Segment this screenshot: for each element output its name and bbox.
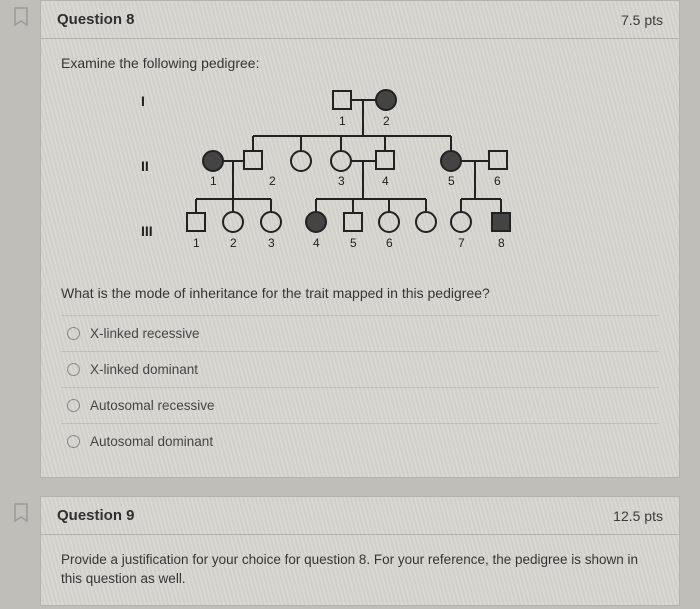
question-card-8: Question 8 7.5 pts Examine the following… <box>40 0 680 478</box>
svg-text:2: 2 <box>383 114 390 128</box>
svg-text:3: 3 <box>268 236 275 250</box>
question-header: Question 9 12.5 pts <box>41 497 679 535</box>
option-label: Autosomal dominant <box>90 434 213 449</box>
question-text: What is the mode of inheritance for the … <box>61 285 659 301</box>
svg-text:II: II <box>141 158 149 174</box>
question-points: 12.5 pts <box>613 508 663 524</box>
svg-text:8: 8 <box>498 236 505 250</box>
answer-options: X-linked recessive X-linked dominant Aut… <box>61 315 659 459</box>
question-header: Question 8 7.5 pts <box>41 1 679 39</box>
question-points: 7.5 pts <box>621 12 663 28</box>
svg-text:1: 1 <box>193 236 200 250</box>
question-title: Question 8 <box>57 11 135 28</box>
question-title: Question 9 <box>57 507 135 524</box>
svg-text:7: 7 <box>458 236 465 250</box>
svg-text:5: 5 <box>350 236 357 250</box>
option-label: X-linked recessive <box>90 326 200 341</box>
radio-icon <box>67 327 80 340</box>
svg-text:III: III <box>141 223 153 239</box>
question-card-9: Question 9 12.5 pts Provide a justificat… <box>40 496 680 606</box>
svg-text:4: 4 <box>313 236 320 250</box>
option-xlinked-recessive[interactable]: X-linked recessive <box>61 316 659 352</box>
svg-text:1: 1 <box>339 114 346 128</box>
svg-text:2: 2 <box>230 236 237 250</box>
svg-text:6: 6 <box>386 236 393 250</box>
svg-text:1: 1 <box>210 174 217 188</box>
option-xlinked-dominant[interactable]: X-linked dominant <box>61 352 659 388</box>
svg-text:I: I <box>141 93 145 109</box>
radio-icon <box>67 363 80 376</box>
option-label: Autosomal recessive <box>90 398 215 413</box>
bookmark-icon[interactable] <box>13 503 29 523</box>
svg-text:5: 5 <box>448 174 455 188</box>
pedigree-diagram: I II III 1 2 <box>141 81 571 271</box>
svg-text:4: 4 <box>382 174 389 188</box>
bookmark-icon[interactable] <box>13 7 29 27</box>
radio-icon <box>67 435 80 448</box>
question-body: Provide a justification for your choice … <box>41 535 679 605</box>
option-label: X-linked dominant <box>90 362 198 377</box>
question-prompt: Examine the following pedigree: <box>61 55 659 71</box>
radio-icon <box>67 399 80 412</box>
option-autosomal-recessive[interactable]: Autosomal recessive <box>61 388 659 424</box>
option-autosomal-dominant[interactable]: Autosomal dominant <box>61 424 659 459</box>
svg-text:2: 2 <box>269 174 276 188</box>
svg-text:3: 3 <box>338 174 345 188</box>
svg-text:6: 6 <box>494 174 501 188</box>
